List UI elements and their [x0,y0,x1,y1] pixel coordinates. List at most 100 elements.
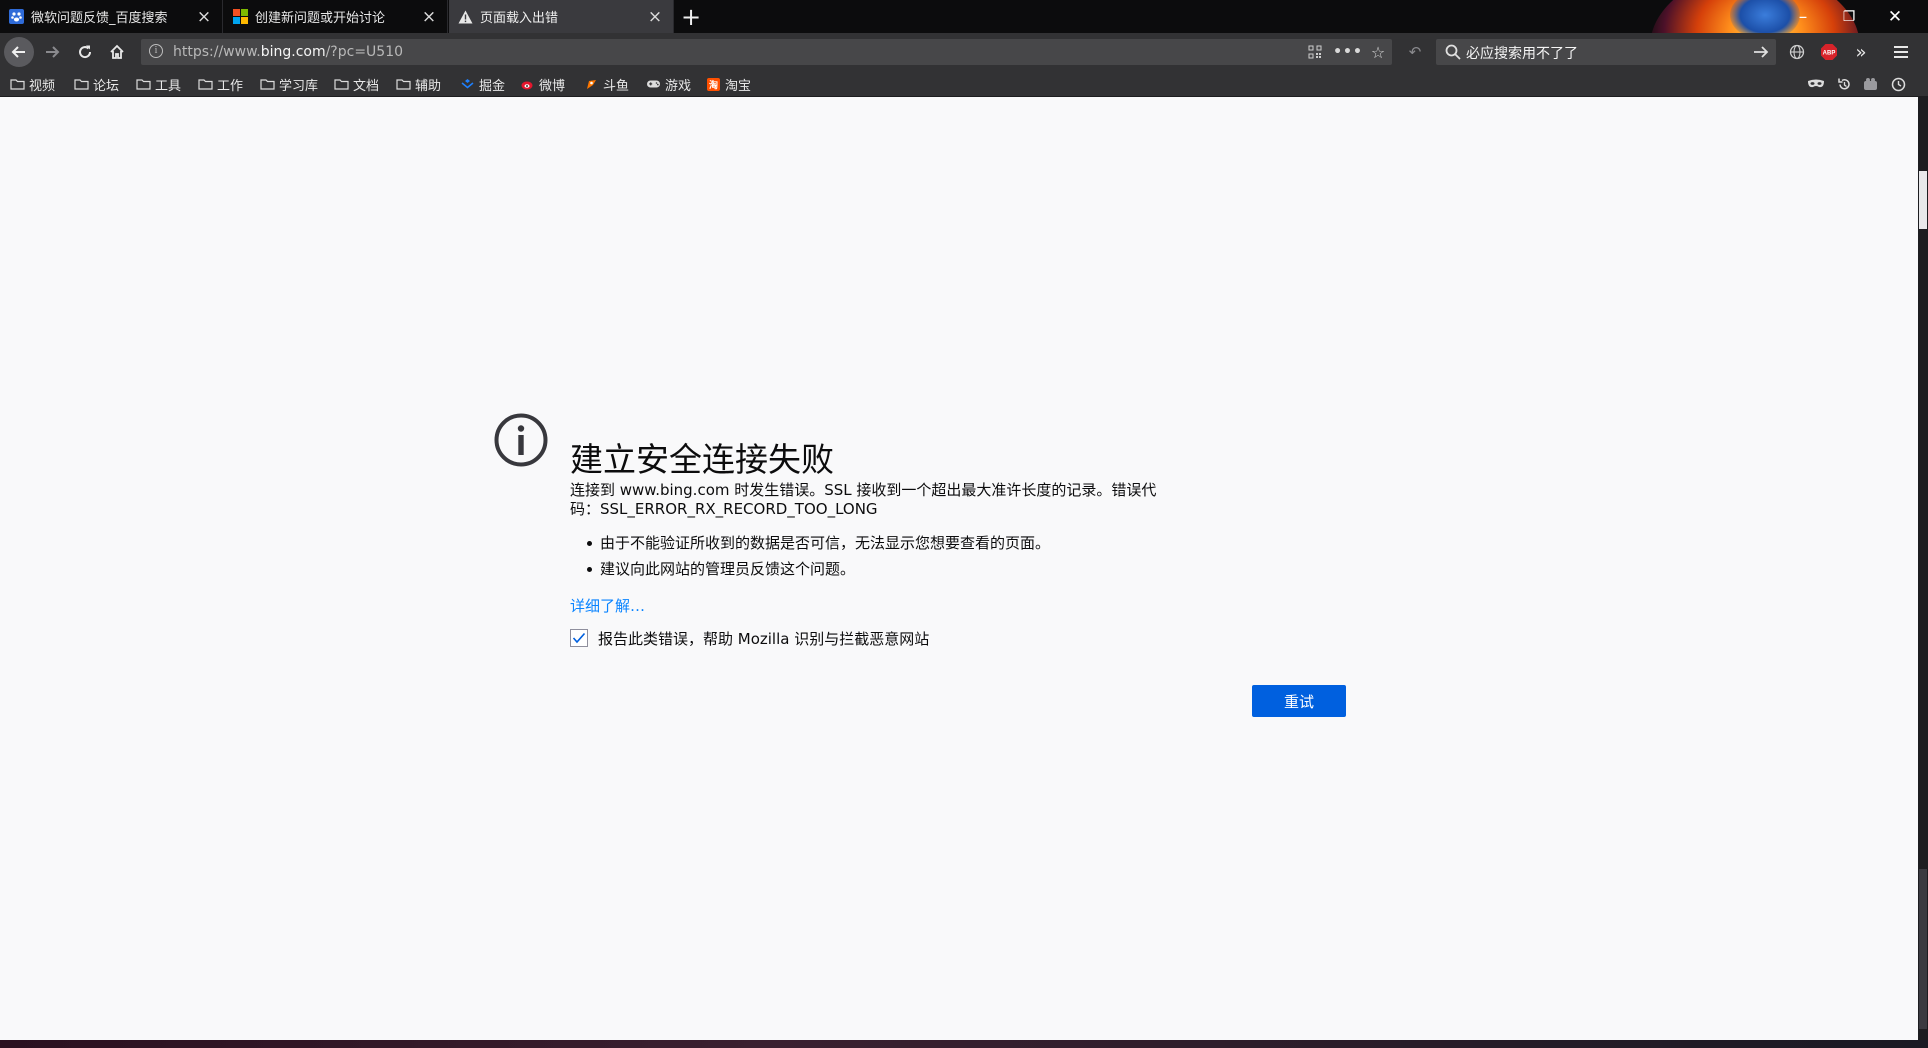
scrollbar-track-segment [1919,869,1927,1029]
bookmark-label: 文档 [353,78,380,94]
checkmark-icon [572,632,586,644]
svg-text:淘: 淘 [709,79,718,91]
reload-button[interactable] [70,37,100,67]
back-arrow-icon [11,46,25,58]
folder-icon [260,78,275,91]
close-tab-icon[interactable]: × [421,7,437,27]
baidu-paw-icon [8,9,24,25]
bookmark-folder-study[interactable]: 学习库 [260,75,318,94]
extension-icon[interactable] [1860,74,1880,94]
list-item: 建议向此网站的管理员反馈这个问题。 [570,559,1050,585]
close-tab-icon[interactable]: × [196,7,212,27]
adblock-plus-icon[interactable]: ABP [1814,37,1844,67]
globe-icon[interactable] [1782,37,1812,67]
bookmark-star-icon[interactable]: ☆ [1367,42,1389,62]
undo-close-icon[interactable]: ↶ [1400,37,1430,67]
bookmark-folder-work[interactable]: 工作 [198,75,244,94]
search-input[interactable]: 必应搜索用不了了 [1466,43,1578,63]
bookmark-label: 游戏 [665,78,692,94]
report-error-option[interactable]: 报告此类错误，帮助 Mozilla 识别与拦截恶意网站 [570,628,929,648]
close-window-button[interactable]: ✕ [1872,0,1918,33]
overflow-chevron-icon[interactable]: » [1846,37,1876,67]
retry-button[interactable]: 重试 [1252,685,1346,717]
os-taskbar-edge [0,1040,1928,1048]
page-content: 建立安全连接失败 连接到 www.bing.com 时发生错误。SSL 接收到一… [0,97,1918,1040]
warning-icon [457,9,473,25]
bookmark-weibo[interactable]: 微博 [520,75,566,94]
url-path: /?pc=U510 [325,44,404,60]
bookmark-label: 工作 [217,78,244,94]
private-browsing-mask-icon[interactable] [1806,74,1826,94]
folder-icon [10,78,25,91]
report-error-checkbox[interactable] [570,629,588,647]
microsoft-logo-icon [232,9,248,25]
folder-icon [198,78,213,91]
weibo-icon [520,78,535,91]
bookmark-label: 斗鱼 [603,78,630,94]
navigation-toolbar: i https://www.bing.com/?pc=U510 ••• ☆ ↶ … [0,33,1928,72]
back-button[interactable] [4,37,34,67]
folder-icon [136,78,151,91]
bookmark-folder-forum[interactable]: 论坛 [74,75,120,94]
taobao-icon: 淘 [706,77,721,91]
minimize-button[interactable]: – [1780,0,1826,33]
url-text[interactable]: https://www.bing.com/?pc=U510 [173,44,403,60]
folder-icon [334,78,349,91]
learn-more-link[interactable]: 详细了解… [570,595,645,616]
home-button[interactable] [102,37,132,67]
folder-icon [396,78,411,91]
page-actions-icon[interactable]: ••• [1333,42,1362,62]
bookmark-games[interactable]: 游戏 [646,75,692,94]
info-circle-icon [494,413,548,467]
forward-button[interactable] [37,37,67,67]
bookmark-label: 掘金 [479,78,506,94]
bookmark-folder-tools[interactable]: 工具 [136,75,182,94]
reload-icon [79,45,92,59]
game-controller-icon [646,78,661,91]
hamburger-menu-icon[interactable] [1886,37,1916,67]
search-icon [1444,43,1462,61]
bookmark-folder-docs[interactable]: 文档 [334,75,380,94]
folder-icon [74,78,89,91]
history-restore-icon[interactable] [1834,74,1854,94]
douyu-icon [584,78,599,91]
bookmarks-toolbar: 视频 论坛 工具 工作 学习库 文档 辅助 掘金 微博 斗鱼 游戏 淘 淘宝 [0,72,1928,97]
error-details-list: 由于不能验证所收到的数据是否可信，无法显示您想要查看的页面。 建议向此网站的管理… [570,533,1050,585]
bookmark-label: 微博 [539,78,566,94]
bookmark-juejin[interactable]: 掘金 [460,75,506,94]
juejin-icon [460,78,475,91]
site-info-icon[interactable]: i [149,44,163,58]
error-title: 建立安全连接失败 [570,440,834,480]
scrollbar-thumb[interactable] [1919,171,1927,229]
list-item: 由于不能验证所收到的数据是否可信，无法显示您想要查看的页面。 [570,533,1050,559]
bookmark-taobao[interactable]: 淘 淘宝 [706,75,752,94]
svg-text:ABP: ABP [1823,51,1836,57]
report-error-label: 报告此类错误，帮助 Mozilla 识别与拦截恶意网站 [598,629,930,648]
url-bar[interactable]: i https://www.bing.com/?pc=U510 ••• ☆ [141,39,1392,65]
tab-page-load-error[interactable]: 页面载入出错 × [449,0,674,33]
tab-strip: 微软问题反馈_百度搜索 × 创建新问题或开始讨论 × 页面载入出错 × + – … [0,0,1928,33]
tab-microsoft[interactable]: 创建新问题或开始讨论 × [224,0,448,33]
qr-code-icon[interactable] [1304,42,1326,62]
vertical-scrollbar[interactable] [1918,97,1928,1040]
error-description: 连接到 www.bing.com 时发生错误。SSL 接收到一个超出最大准许长度… [570,481,1157,518]
tab-baidu[interactable]: 微软问题反馈_百度搜索 × [0,0,223,33]
bookmark-label: 淘宝 [725,78,752,94]
bookmark-label: 论坛 [93,78,120,94]
tab-title: 创建新问题或开始讨论 [255,11,386,26]
close-tab-icon[interactable]: × [647,7,663,27]
clock-icon[interactable] [1888,74,1908,94]
bookmark-folder-video[interactable]: 视频 [10,75,56,94]
search-go-arrow-icon[interactable] [1750,41,1772,63]
tab-title: 微软问题反馈_百度搜索 [31,11,168,26]
search-bar[interactable]: 必应搜索用不了了 [1436,39,1776,65]
bookmark-label: 视频 [29,78,56,94]
url-prefix: https://www. [173,44,261,60]
bookmark-douyu[interactable]: 斗鱼 [584,75,630,94]
bookmark-folder-helper[interactable]: 辅助 [396,75,441,94]
restore-button[interactable]: ❐ [1826,0,1872,33]
home-icon [110,44,124,59]
new-tab-button[interactable]: + [676,0,706,33]
bookmark-label: 工具 [155,78,182,94]
url-host: bing.com [260,44,326,60]
